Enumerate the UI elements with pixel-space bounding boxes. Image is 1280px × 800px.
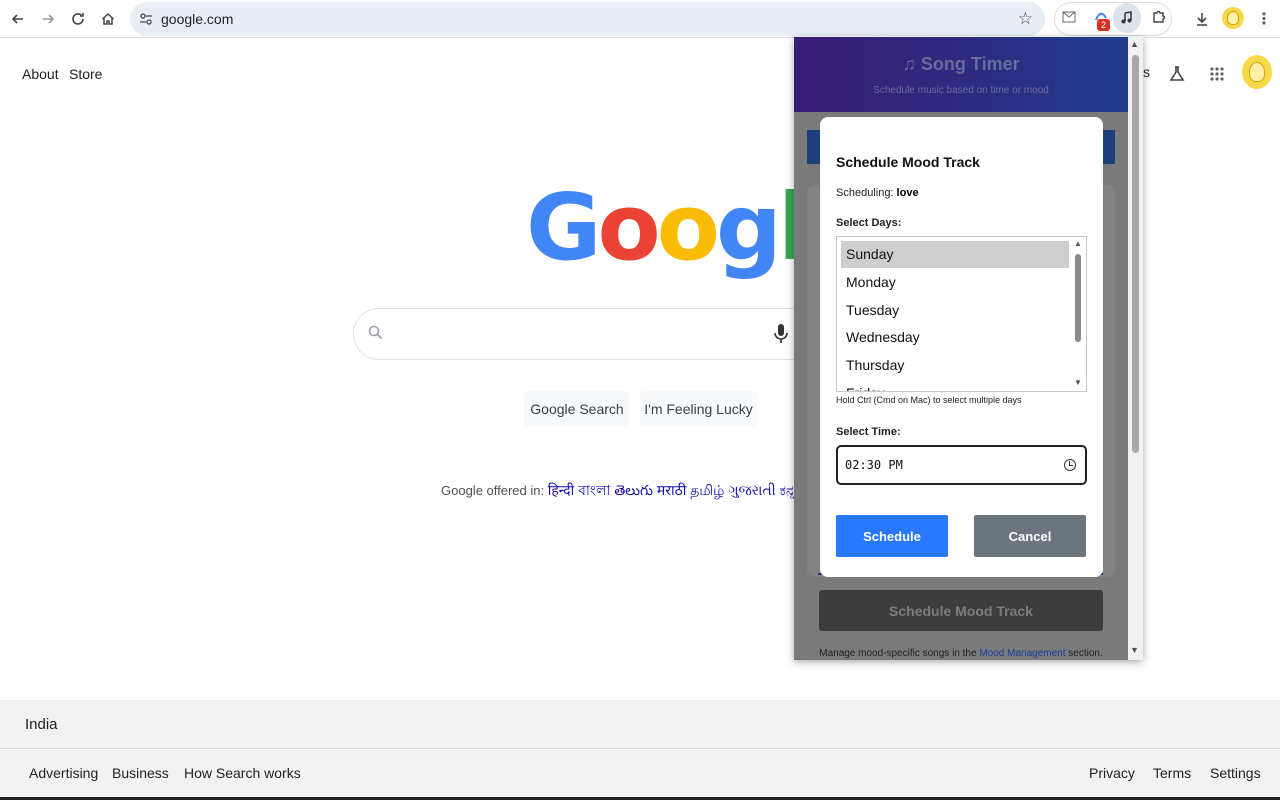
multi-select-hint: Hold Ctrl (Cmd on Mac) to select multipl…: [836, 395, 1022, 405]
popup-scrollbar[interactable]: ▲ ▼: [1128, 37, 1143, 660]
url-text: google.com: [161, 11, 234, 27]
download-icon[interactable]: [1190, 7, 1214, 31]
day-option-monday[interactable]: Monday: [841, 269, 1069, 296]
day-option-friday[interactable]: Friday: [841, 380, 1069, 391]
google-search-button[interactable]: Google Search: [524, 391, 630, 427]
footer-link-business[interactable]: Business: [112, 765, 169, 781]
logo-letter: g: [715, 174, 782, 281]
offered-languages: Google offered in: हिन्दी বাংলা తెలుగు म…: [441, 479, 851, 503]
day-option-tuesday[interactable]: Tuesday: [841, 297, 1069, 324]
address-bar[interactable]: google.com ☆: [130, 2, 1045, 36]
select-days-label: Select Days:: [836, 217, 902, 229]
scroll-down-arrow-icon[interactable]: ▼: [1074, 378, 1082, 387]
popup-subtitle: Schedule music based on time or mood: [873, 85, 1049, 96]
footer-link-advertising[interactable]: Advertising: [29, 765, 98, 781]
logo-letter: o: [656, 174, 720, 281]
logo-letter: G: [526, 174, 601, 281]
days-listbox[interactable]: FridayThursdayWednesdayTuesdayMondaySund…: [836, 236, 1087, 392]
day-option-wednesday[interactable]: Wednesday: [841, 324, 1069, 351]
footer-link-terms[interactable]: Terms: [1153, 765, 1191, 781]
puzzle-extensions-icon[interactable]: [1150, 8, 1168, 26]
scheduling-label: Scheduling:: [836, 187, 897, 199]
mail-extension-icon[interactable]: [1060, 8, 1078, 26]
footer-links-bar: Advertising Business How Search works Pr…: [0, 750, 1280, 800]
mood-management-link[interactable]: Mood Management: [979, 648, 1065, 659]
browser-toolbar: google.com ☆ 2 ⋮: [0, 0, 1280, 38]
schedule-mood-track-button[interactable]: Schedule Mood Track: [819, 590, 1103, 631]
popup-title-text: Song Timer: [920, 54, 1020, 74]
site-info-icon[interactable]: [138, 11, 154, 27]
select-time-label: Select Time:: [836, 426, 901, 438]
song-timer-popup: ♫ Song Timer Schedule music based on tim…: [794, 37, 1143, 660]
apps-grid-icon[interactable]: [1205, 62, 1229, 86]
music-note-icon: ♫: [902, 54, 921, 74]
cancel-button[interactable]: Cancel: [974, 515, 1086, 557]
clock-icon[interactable]: [1064, 459, 1076, 471]
partial-nav-text: s: [1143, 64, 1150, 80]
menu-kebab-icon[interactable]: ⋮: [1252, 7, 1276, 31]
account-avatar[interactable]: [1242, 55, 1272, 89]
labs-flask-icon[interactable]: [1165, 62, 1189, 86]
schedule-mood-modal: Schedule Mood Track Scheduling: love Sel…: [820, 117, 1103, 577]
popup-header: ♫ Song Timer Schedule music based on tim…: [794, 37, 1128, 112]
day-option-sunday[interactable]: Sunday: [841, 241, 1069, 268]
footer-link-settings[interactable]: Settings: [1210, 765, 1261, 781]
reload-icon[interactable]: [66, 7, 90, 31]
time-input[interactable]: 02:30 PM: [836, 445, 1087, 485]
search-icon: [368, 325, 383, 345]
profile-avatar[interactable]: [1222, 7, 1244, 29]
day-option-thursday[interactable]: Thursday: [841, 352, 1069, 379]
mood-management-note: Manage mood-specific songs in the Mood M…: [794, 648, 1128, 659]
bookmark-star-icon[interactable]: ☆: [1018, 9, 1033, 29]
extension-badge: 2: [1097, 19, 1110, 31]
country-label: India: [25, 716, 58, 733]
offered-label: Google offered in:: [441, 483, 545, 498]
about-link[interactable]: About: [22, 66, 59, 82]
back-icon[interactable]: [6, 7, 30, 31]
note-text-end: section.: [1065, 648, 1103, 659]
listbox-scroll-thumb[interactable]: [1075, 254, 1081, 342]
footer-country-bar: India: [0, 700, 1280, 749]
modal-heading: Schedule Mood Track: [836, 154, 980, 170]
time-value: 02:30 PM: [845, 458, 903, 472]
popup-scroll-thumb[interactable]: [1132, 55, 1139, 453]
microphone-icon[interactable]: [773, 322, 791, 348]
store-link[interactable]: Store: [69, 66, 102, 82]
scheduling-info: Scheduling: love: [836, 187, 919, 199]
popup-body: ♫ Song Timer Schedule music based on tim…: [794, 37, 1128, 660]
footer-link-how-search-works[interactable]: How Search works: [184, 765, 301, 781]
popup-scroll-up-icon[interactable]: ▲: [1130, 39, 1139, 49]
footer-link-privacy[interactable]: Privacy: [1089, 765, 1135, 781]
popup-scroll-down-icon[interactable]: ▼: [1130, 645, 1139, 655]
music-note-icon: [1118, 9, 1136, 27]
popup-title: ♫ Song Timer: [794, 54, 1128, 75]
scheduling-value: love: [896, 187, 919, 199]
home-icon[interactable]: [96, 7, 120, 31]
scroll-up-arrow-icon[interactable]: ▲: [1074, 239, 1082, 248]
schedule-button[interactable]: Schedule: [836, 515, 948, 557]
forward-icon[interactable]: [36, 7, 60, 31]
logo-letter: o: [597, 174, 661, 281]
listbox-scrollbar[interactable]: ▲ ▼: [1071, 237, 1086, 391]
note-text: Manage mood-specific songs in the: [819, 648, 980, 659]
feeling-lucky-button[interactable]: I'm Feeling Lucky: [640, 391, 757, 427]
